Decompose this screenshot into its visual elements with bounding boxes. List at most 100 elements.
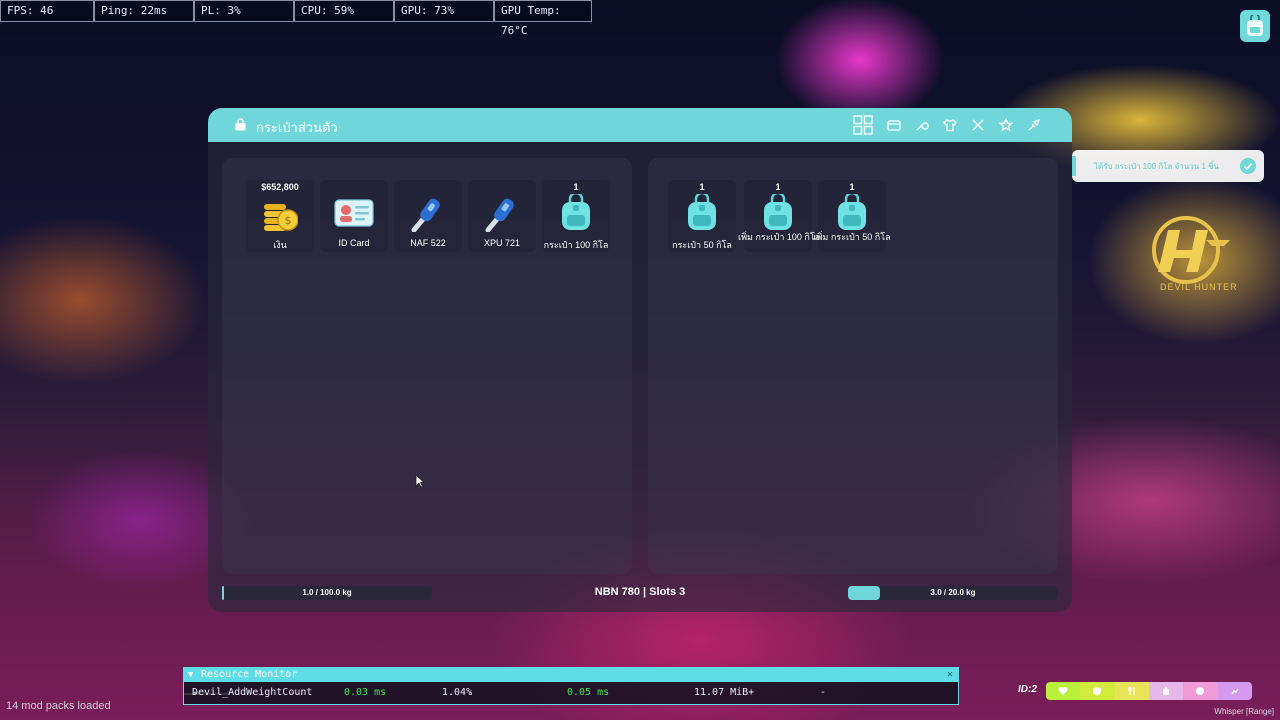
- thirst-status: [1148, 682, 1184, 700]
- close-icon[interactable]: ✕: [947, 667, 953, 682]
- collapse-triangle-icon[interactable]: ▼: [188, 668, 193, 683]
- resource-cpu-ms: 0.03 ms: [344, 687, 387, 698]
- notification-text: ได้รับ กระเป๋า 100 กิโล จำนวน 1 ชิ้น: [1094, 162, 1220, 171]
- vehicle-weight-bar: 3.0 / 20.0 kg: [848, 586, 1058, 600]
- inventory-toolbar: [850, 112, 1044, 138]
- slot-label: NAF 522: [410, 238, 446, 248]
- star-icon: [999, 118, 1013, 132]
- crossed-tools-icon: [972, 119, 984, 131]
- slot-label: XPU 721: [483, 238, 521, 248]
- bottle-icon: [1163, 687, 1170, 695]
- backpack-icon: [688, 194, 716, 230]
- shirt-icon: [943, 119, 957, 132]
- player-weight-bar: 1.0 / 100.0 kg: [222, 586, 432, 600]
- inventory-slot-extra-backpack-50[interactable]: 1 เพิ่ม กระเป๋า 50 กิโล: [813, 180, 891, 252]
- resource-monitor-header[interactable]: ▼ Resource Monitor ✕: [183, 667, 959, 682]
- key-icon: [485, 198, 514, 232]
- inventory-slot-id-card[interactable]: ID Card: [320, 180, 388, 252]
- clothing-button[interactable]: [940, 112, 960, 138]
- backpack-icon: [838, 194, 866, 230]
- cpu-readout: CPU: 59%: [294, 0, 394, 22]
- fork-knife-icon: [1128, 687, 1135, 695]
- mouse-cursor-icon: [415, 474, 425, 488]
- backpack-icon: [764, 194, 792, 230]
- inventory-header: กระเป๋าส่วนตัว: [208, 108, 1072, 142]
- wrench-icon: [916, 122, 929, 131]
- utility-button[interactable]: [1024, 112, 1044, 138]
- vehicle-weight-text: 3.0 / 20.0 kg: [930, 588, 976, 597]
- voice-range: Whisper [Range]: [1214, 707, 1274, 716]
- resource-monitor: ▼ Resource Monitor ✕ Devil_AddWeightCoun…: [183, 667, 959, 705]
- slot-count: 1: [849, 182, 855, 192]
- key-icon: [411, 198, 440, 232]
- resource-name: Devil_AddWeightCount: [192, 687, 313, 698]
- lock-bag-icon: [235, 118, 246, 131]
- armor-status: [1080, 682, 1115, 700]
- packet-loss-readout: PL: 3%: [194, 0, 294, 22]
- tools-button[interactable]: [912, 112, 932, 138]
- player-weight-text: 1.0 / 100.0 kg: [302, 588, 352, 597]
- slot-label: เพิ่ม กระเป๋า 50 กิโล: [813, 232, 891, 242]
- wallet-icon: [887, 120, 901, 131]
- wallet-button[interactable]: [884, 112, 904, 138]
- fps-readout: FPS: 46: [0, 0, 94, 22]
- ping-readout: Ping: 22ms: [94, 0, 194, 22]
- slot-label: ID Card: [338, 238, 370, 248]
- brain-icon: [1196, 687, 1205, 695]
- resource-monitor-title: Resource Monitor: [201, 669, 298, 680]
- player-weight-fill: [222, 586, 225, 600]
- hunger-status: [1114, 682, 1149, 700]
- weapons-button[interactable]: [968, 112, 988, 138]
- resource-extra: -: [820, 687, 827, 698]
- backpack-icon: [1247, 15, 1263, 36]
- logo-text: DEVIL HUNTER: [1160, 282, 1238, 292]
- shield-icon: [1093, 687, 1102, 696]
- grid-view-button[interactable]: [850, 112, 876, 138]
- slot-label: กระเป๋า 50 กิโล: [672, 240, 732, 250]
- resource-row: Devil_AddWeightCount 0.03 ms 1.04% 0.05 …: [183, 682, 959, 705]
- id-card-icon: [334, 199, 374, 227]
- stress-status: [1183, 682, 1218, 700]
- running-icon: [1231, 688, 1239, 695]
- resource-percent: 1.04%: [442, 687, 473, 698]
- slot-count: 1: [699, 182, 705, 192]
- inventory-slot-backpack-100[interactable]: 1 กระเป๋า 100 กิโล: [542, 180, 610, 252]
- resource-time-ms: 0.05 ms: [567, 687, 610, 698]
- slot-count: $652,800: [261, 182, 299, 192]
- stamina-status: [1217, 682, 1252, 700]
- slot-label: เพิ่ม กระเป๋า 100 กิโล: [738, 232, 821, 242]
- slot-count: 1: [573, 182, 579, 192]
- favorites-button[interactable]: [996, 112, 1016, 138]
- gpu-temp-readout: GPU Temp: 76°C: [494, 0, 592, 37]
- player-inventory-panel: $652,800 $ เงิน ID Card NAF 522 XPU 721 …: [222, 158, 632, 574]
- player-id: ID:2: [1018, 684, 1037, 695]
- inventory-slot-money[interactable]: $652,800 $ เงิน: [246, 180, 314, 252]
- vehicle-info: NBN 780 | Slots 3: [594, 586, 686, 598]
- gpu-readout: GPU: 73%: [394, 0, 494, 22]
- coins-icon: $: [264, 204, 298, 231]
- status-hud: [1046, 682, 1252, 700]
- slot-label: กระเป๋า 100 กิโล: [543, 240, 609, 250]
- vehicle-weight-fill: [848, 586, 880, 600]
- syringe-icon: [1028, 118, 1041, 131]
- slot-count: 1: [775, 182, 781, 192]
- resource-memory: 11.07 MiB+: [694, 687, 755, 698]
- vehicle-inventory-panel: 1 กระเป๋า 50 กิโล 1 เพิ่ม กระเป๋า 100 กิ…: [648, 158, 1058, 574]
- inventory-slot-extra-backpack-100[interactable]: 1 เพิ่ม กระเป๋า 100 กิโล: [738, 180, 820, 252]
- slot-label: เงิน: [273, 240, 287, 250]
- heart-icon: [1058, 687, 1068, 695]
- inventory-slot-backpack-50[interactable]: 1 กระเป๋า 50 กิโล: [668, 180, 736, 252]
- performance-overlay: FPS: 46 Ping: 22ms PL: 3% CPU: 59% GPU: …: [0, 0, 592, 37]
- inventory-slot-key-xpu721[interactable]: XPU 721: [468, 180, 536, 252]
- notification-accent: [1072, 156, 1076, 176]
- backpack-icon: [562, 194, 590, 230]
- inventory-slot-key-naf522[interactable]: NAF 522: [394, 180, 462, 252]
- health-status: [1046, 682, 1081, 700]
- mods-loaded-text: 14 mod packs loaded: [6, 700, 111, 712]
- inventory-window: กระเป๋าส่วนตัว $652,800 $ เงิน ID Card N…: [208, 108, 1072, 612]
- svg-text:$: $: [285, 214, 292, 227]
- item-received-notification: ได้รับ กระเป๋า 100 กิโล จำนวน 1 ชิ้น: [1072, 150, 1264, 182]
- inventory-title: กระเป๋าส่วนตัว: [256, 120, 338, 135]
- grid-icon: [853, 115, 873, 135]
- backpack-hud-icon[interactable]: [1240, 10, 1270, 42]
